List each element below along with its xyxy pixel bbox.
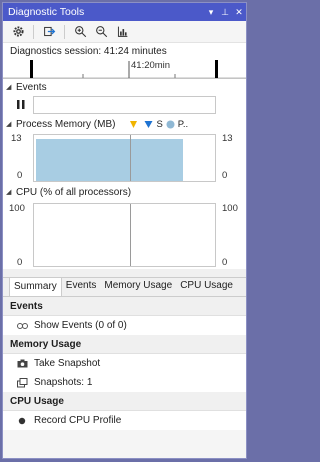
tab-memory-usage[interactable]: Memory Usage [100, 277, 176, 296]
toolbar [3, 21, 246, 43]
splitter[interactable] [3, 269, 246, 277]
cpu-y-max-right: 100 [222, 203, 238, 214]
take-snapshot-button[interactable]: Take Snapshot [3, 354, 246, 373]
take-snapshot-label: Take Snapshot [34, 358, 101, 369]
snapshots-label: Snapshots: 1 [34, 377, 93, 388]
collapse-chevron-icon[interactable]: ◢ [6, 83, 16, 91]
memory-chart: 13 0 13 0 [3, 133, 246, 183]
window-title: Diagnostic Tools [8, 6, 85, 18]
record-cpu-profile-button[interactable]: Record CPU Profile [3, 411, 246, 430]
events-lane[interactable] [33, 96, 216, 114]
timeline-ruler-graphic [3, 60, 246, 79]
settings-button[interactable] [9, 23, 27, 41]
summary-events-header: Events [3, 297, 246, 316]
summary-panel: Events Show Events (0 of 0) Memory Usage… [3, 297, 246, 430]
memory-y-min-right: 0 [222, 170, 228, 181]
gear-icon [12, 26, 24, 37]
reset-view-button[interactable] [113, 23, 131, 41]
reset-view-icon [117, 26, 127, 37]
current-time-marker [130, 135, 131, 181]
session-duration: Diagnostics session: 41:24 minutes [3, 43, 246, 59]
cpu-section-header[interactable]: ◢ CPU (% of all processors) [3, 183, 246, 201]
summary-cpu-header: CPU Usage [3, 392, 246, 411]
export-button[interactable] [40, 23, 58, 41]
snapshot-marker-icon [130, 120, 138, 128]
dropdown-icon[interactable]: ▾ [204, 7, 218, 18]
collapse-chevron-icon[interactable]: ◢ [6, 188, 16, 196]
export-icon [43, 26, 55, 37]
summary-memory-header: Memory Usage [3, 335, 246, 354]
show-events-label: Show Events (0 of 0) [34, 320, 127, 331]
memory-legend: S P.. [129, 119, 188, 130]
pin-icon[interactable]: ⊥ [218, 7, 232, 18]
zoom-out-icon [95, 26, 107, 38]
zoom-out-button[interactable] [92, 23, 110, 41]
private-bytes-dot-icon [166, 120, 175, 128]
toolbar-separator [64, 24, 65, 39]
cpu-y-min-left: 0 [17, 257, 23, 268]
pause-icon[interactable] [17, 100, 25, 112]
show-events-link[interactable]: Show Events (0 of 0) [3, 316, 246, 335]
close-icon[interactable]: ✕ [232, 7, 246, 18]
memory-plot-area[interactable] [33, 134, 216, 182]
cpu-y-min-right: 0 [222, 257, 228, 268]
diagnostic-tools-window: Diagnostic Tools ▾ ⊥ ✕ Diagnostics sessi… [2, 2, 247, 459]
record-cpu-profile-label: Record CPU Profile [34, 415, 122, 426]
details-tab-strip: Summary Events Memory Usage CPU Usage [3, 277, 246, 297]
tab-summary[interactable]: Summary [9, 277, 62, 296]
memory-y-max-right: 13 [222, 133, 233, 144]
tab-cpu-usage[interactable]: CPU Usage [176, 277, 237, 296]
events-section-title: Events [16, 81, 47, 93]
camera-icon [16, 358, 28, 370]
cpu-chart: 100 0 100 0 [3, 201, 246, 269]
record-icon [16, 415, 28, 427]
link-icon [16, 320, 28, 332]
collapse-chevron-icon[interactable]: ◢ [6, 120, 16, 128]
memory-y-min-left: 0 [17, 170, 23, 181]
events-section-header[interactable]: ◢ Events [3, 79, 246, 95]
cpu-y-max-left: 100 [9, 203, 25, 214]
memory-section-title: Process Memory (MB) [16, 118, 116, 130]
legend-label-gc: S [156, 118, 163, 130]
cpu-plot-area[interactable] [33, 203, 216, 267]
tab-events[interactable]: Events [62, 277, 101, 296]
snapshots-link[interactable]: Snapshots: 1 [3, 373, 246, 392]
timeline-tick-label: 41:20min [131, 60, 171, 71]
current-time-marker [130, 204, 131, 266]
title-bar: Diagnostic Tools ▾ ⊥ ✕ [3, 3, 246, 21]
zoom-in-button[interactable] [71, 23, 89, 41]
toolbar-separator [33, 24, 34, 39]
zoom-in-icon [74, 26, 86, 38]
events-track [3, 95, 246, 115]
memory-section-header[interactable]: ◢ Process Memory (MB) S P.. [3, 115, 246, 133]
memory-usage-area [36, 139, 183, 181]
timeline-ruler[interactable]: 41:20min [3, 59, 246, 79]
snapshots-icon [16, 377, 28, 389]
gc-marker-icon [144, 120, 153, 128]
legend-label-private-bytes: P.. [177, 118, 189, 130]
memory-y-max-left: 13 [11, 133, 22, 144]
cpu-section-title: CPU (% of all processors) [16, 186, 132, 198]
